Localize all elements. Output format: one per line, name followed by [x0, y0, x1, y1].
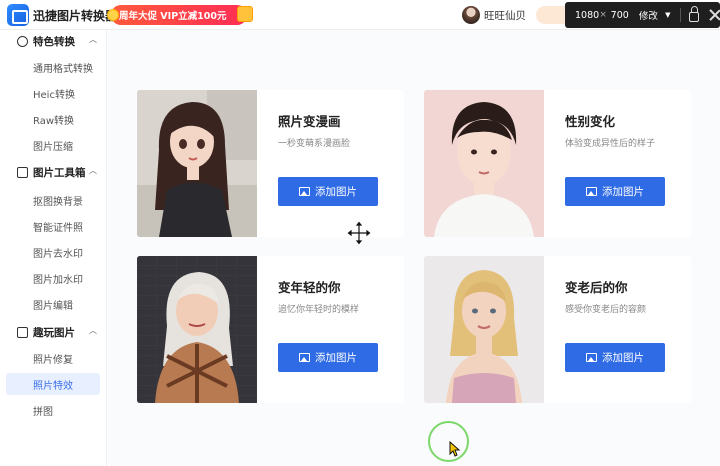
sidebar-item-cutout[interactable]: 抠图换背景 [6, 189, 100, 211]
chevron-up-icon[interactable]: ︿ [89, 325, 97, 336]
chevron-up-icon[interactable]: ︿ [89, 34, 97, 45]
button-label: 添加图片 [602, 352, 644, 364]
mouse-pointer-icon [449, 441, 461, 457]
toolbox-icon [17, 166, 28, 178]
card-subtitle: 感受你变老后的容颜 [565, 305, 647, 315]
move-cursor-icon [346, 220, 372, 246]
width-value[interactable]: 1080 [575, 10, 599, 21]
card-anime[interactable]: 照片变漫画 一秒变萌系漫画脸 添加图片 [137, 90, 404, 237]
gender-sample-image [424, 90, 544, 237]
button-label: 添加图片 [315, 352, 357, 364]
promo-text: 周年大促 VIP立减100元 [119, 11, 227, 22]
sidebar-item-edit[interactable]: 图片编辑 [6, 293, 100, 315]
card-title: 照片变漫画 [278, 114, 341, 129]
card-title: 性别变化 [565, 114, 616, 129]
card-subtitle: 追忆你年轻时的模样 [278, 305, 360, 315]
promo-banner[interactable]: 周年大促 VIP立减100元 [107, 5, 253, 25]
card-subtitle: 体验变成异性后的样子 [565, 139, 656, 149]
sidebar-item-id-photo[interactable]: 智能证件照 [6, 215, 100, 237]
app-name: 迅捷图片转换器 [33, 9, 118, 23]
sidebar-item-remove-watermark[interactable]: 图片去水印 [6, 241, 100, 263]
picture-icon [17, 326, 28, 338]
older-sample-image [424, 256, 544, 403]
close-icon[interactable] [709, 9, 720, 21]
card-gender[interactable]: 性别变化 体验变成异性后的样子 添加图片 [424, 90, 691, 237]
add-image-button[interactable]: 添加图片 [565, 343, 665, 372]
username[interactable]: 旺旺仙贝 [484, 8, 526, 23]
lock-icon[interactable] [689, 6, 699, 22]
refresh-icon [17, 35, 28, 47]
card-title: 变老后的你 [565, 280, 628, 295]
card-title: 变年轻的你 [278, 280, 341, 295]
divider [680, 8, 682, 22]
avatar[interactable] [462, 6, 480, 24]
add-image-button[interactable]: 添加图片 [565, 177, 665, 206]
sidebar-item-raw[interactable]: Raw转换 [6, 108, 100, 130]
image-icon [586, 187, 597, 196]
sidebar-item-add-watermark[interactable]: 图片加水印 [6, 267, 100, 289]
chevron-up-icon[interactable]: ︿ [89, 165, 97, 176]
button-label: 添加图片 [602, 186, 644, 198]
sidebar-item-effects[interactable]: 照片特效 [6, 373, 100, 395]
card-subtitle: 一秒变萌系漫画脸 [278, 139, 351, 149]
gift-icon [237, 6, 253, 22]
add-image-button[interactable]: 添加图片 [278, 343, 378, 372]
sidebar-group-toolbox[interactable]: 图片工具箱 ︿ [0, 161, 107, 183]
sidebar: 特色转换 ︿ 通用格式转换 Heic转换 Raw转换 图片压缩 图片工具箱 ︿ … [0, 30, 107, 466]
sidebar-item-collage[interactable]: 拼图 [6, 399, 100, 421]
sidebar-group-feature-convert[interactable]: 特色转换 ︿ [0, 30, 107, 52]
anime-sample-image [137, 90, 257, 237]
sidebar-item-restore[interactable]: 照片修复 [6, 347, 100, 369]
sidebar-item-heic[interactable]: Heic转换 [6, 82, 100, 104]
group-label: 趣玩图片 [33, 326, 75, 339]
height-value[interactable]: 700 [611, 10, 639, 21]
times-sign: × [599, 10, 607, 20]
dropdown-arrow-icon[interactable]: ▼ [665, 11, 678, 19]
sidebar-item-general-convert[interactable]: 通用格式转换 [6, 56, 100, 78]
image-icon [586, 353, 597, 362]
image-icon [299, 353, 310, 362]
younger-sample-image [137, 256, 257, 403]
card-younger[interactable]: 变年轻的你 追忆你年轻时的模样 添加图片 [137, 256, 404, 403]
group-label: 图片工具箱 [33, 166, 86, 179]
modify-button[interactable]: 修改 [639, 8, 665, 22]
sidebar-item-compress[interactable]: 图片压缩 [6, 134, 100, 156]
sidebar-group-fun[interactable]: 趣玩图片 ︿ [0, 321, 107, 343]
add-image-button[interactable]: 添加图片 [278, 177, 378, 206]
main-content: 照片变漫画 一秒变萌系漫画脸 添加图片 性别变化 体验变成异性后的样子 添加图片… [108, 30, 720, 466]
image-icon [299, 187, 310, 196]
button-label: 添加图片 [315, 186, 357, 198]
group-label: 特色转换 [33, 35, 75, 48]
coin-icon [107, 9, 119, 21]
app-logo-icon [7, 4, 29, 26]
card-older[interactable]: 变老后的你 感受你变老后的容颜 添加图片 [424, 256, 691, 403]
dimension-toolbar: 1080 × 700 修改 ▼ [565, 2, 720, 28]
